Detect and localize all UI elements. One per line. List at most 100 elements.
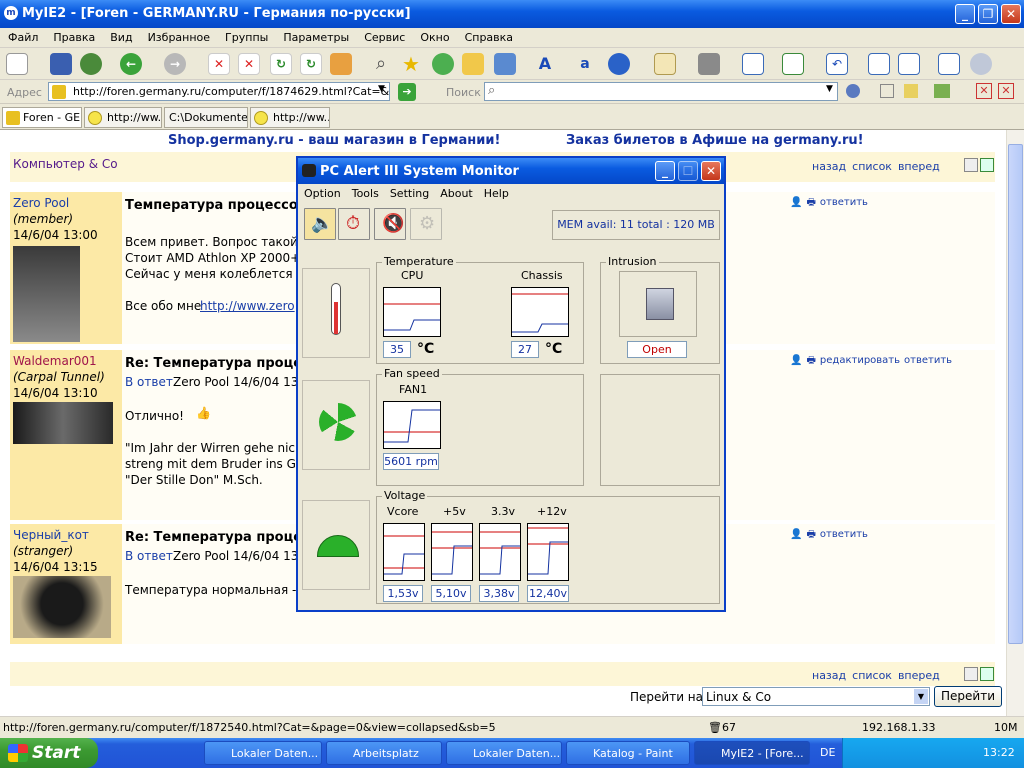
nav-list-link[interactable]: список (852, 669, 892, 682)
timer-icon[interactable] (970, 53, 992, 75)
flat-view-icon[interactable] (964, 667, 978, 681)
folder-icon[interactable] (462, 53, 484, 75)
post-title[interactable]: Температура процессора (125, 198, 316, 213)
post-about-link[interactable]: http://www.zero (200, 298, 295, 314)
maximize-page-icon[interactable] (868, 53, 890, 75)
highlight-icon[interactable] (904, 84, 918, 98)
print-icon[interactable]: 🖶 (806, 529, 815, 540)
reply-link[interactable]: ответить (820, 529, 868, 540)
reply-to[interactable]: Zero Pool 14/6/04 13 (173, 374, 298, 390)
goto-button[interactable]: Перейти (934, 686, 1002, 707)
forward-arrow-icon[interactable]: → (164, 53, 186, 75)
mute-button[interactable]: 🔇 (374, 208, 406, 240)
pc-alert-menu-help[interactable]: Help (478, 184, 514, 200)
category-link[interactable]: Компьютер & Co (13, 157, 118, 171)
restore-button[interactable]: ❐ (978, 4, 998, 24)
banner-shop[interactable]: Shop.germany.ru - ваш магазин в Германии… (168, 133, 500, 148)
new-window-icon[interactable] (742, 53, 764, 75)
refresh-all-icon[interactable]: ↻ (300, 53, 322, 75)
menu-options[interactable]: Параметры (275, 28, 356, 44)
pc-alert-menu-about[interactable]: About (434, 184, 478, 200)
menu-view[interactable]: Вид (102, 28, 139, 44)
pc-alert-menu-tools[interactable]: Tools (346, 184, 384, 200)
refresh-icon[interactable]: ↻ (270, 53, 292, 75)
nav-forward-link[interactable]: вперед (898, 669, 940, 682)
close-button[interactable]: ✕ (1001, 4, 1021, 24)
task-lokaler-daten-2[interactable]: Lokaler Daten... (446, 741, 562, 765)
find-in-page-icon[interactable] (880, 84, 894, 98)
pc-alert-close-button[interactable]: ✕ (701, 161, 721, 181)
scrollbar-thumb[interactable] (1008, 144, 1023, 644)
web-globe-icon[interactable] (608, 53, 630, 75)
address-input[interactable]: http://foren.germany.ru/computer/f/18746… (48, 82, 390, 101)
proxy-icon[interactable] (698, 53, 720, 75)
globe-user-icon[interactable] (80, 53, 102, 75)
new-page-icon[interactable] (6, 53, 28, 75)
search-dropdown-icon[interactable]: ▼ (826, 84, 833, 94)
banner-afisha[interactable]: Заказ билетов в Афише на germany.ru! (566, 133, 864, 148)
menu-window[interactable]: Окно (412, 28, 456, 44)
timer-button[interactable]: ⏱ (338, 208, 370, 240)
page-icon[interactable] (494, 53, 516, 75)
stop-all-icon[interactable]: ✕ (238, 53, 260, 75)
goto-select[interactable]: Linux & Co (702, 687, 930, 706)
minimize-button[interactable]: _ (955, 4, 975, 24)
grid-icon[interactable] (898, 53, 920, 75)
user-info-icon[interactable]: 👤 (790, 355, 802, 366)
flat-view-icon[interactable] (964, 158, 978, 172)
reply-link[interactable]: ответить (904, 355, 952, 366)
task-lokaler-daten-1[interactable]: Lokaler Daten... (204, 741, 322, 765)
edit-link[interactable]: редактировать (820, 355, 900, 366)
close-all-tabs-icon[interactable]: ✕ (998, 83, 1014, 99)
home-icon[interactable] (330, 53, 352, 75)
font-size-icon[interactable]: A (534, 53, 556, 75)
undo-icon[interactable]: ↶ (826, 53, 848, 75)
nav-back-link[interactable]: назад (812, 669, 846, 682)
menu-help[interactable]: Справка (457, 28, 520, 44)
clock[interactable]: 13:22 (983, 746, 1015, 759)
reply-link[interactable]: ответить (820, 197, 868, 208)
search-input[interactable] (484, 82, 838, 101)
task-arbeitsplatz[interactable]: Arbeitsplatz (326, 741, 442, 765)
toolbar-options-icon[interactable] (934, 84, 950, 98)
mail-icon[interactable] (654, 53, 676, 75)
search-icon[interactable]: ⌕ (370, 53, 392, 75)
back-arrow-icon[interactable]: ← (120, 53, 142, 75)
stop-icon[interactable]: ✕ (208, 53, 230, 75)
download-icon[interactable] (782, 53, 804, 75)
menu-tools[interactable]: Сервис (356, 28, 412, 44)
address-dropdown-icon[interactable]: ▼ (378, 84, 385, 94)
menu-edit[interactable]: Правка (45, 28, 102, 44)
task-paint[interactable]: Katalog - Paint (566, 741, 690, 765)
sound-alarm-button[interactable]: 🔈 (304, 208, 336, 240)
close-tab-icon[interactable]: ✕ (976, 83, 992, 99)
go-arrow-icon[interactable]: ➔ (398, 83, 416, 101)
encoding-icon[interactable]: a (574, 53, 596, 75)
post-author[interactable]: Zero Pool (13, 196, 69, 210)
post-author[interactable]: Waldemar001 (13, 354, 97, 368)
user-info-icon[interactable]: 👤 (790, 197, 802, 208)
post-title[interactable]: Re: Температура процесс (125, 356, 317, 371)
nav-back-link[interactable]: назад (812, 160, 846, 173)
save-icon[interactable] (50, 53, 72, 75)
post-title[interactable]: Re: Температура процесс (125, 530, 317, 545)
menu-groups[interactable]: Группы (217, 28, 275, 44)
nav-forward-link[interactable]: вперед (898, 160, 940, 173)
menu-favorites[interactable]: Избранное (140, 28, 217, 44)
print-icon[interactable]: 🖶 (806, 197, 815, 208)
pc-alert-titlebar[interactable]: PC Alert III System Monitor _ ☐ ✕ (298, 158, 724, 184)
post-author[interactable]: Черный_кот (13, 528, 89, 542)
reply-to[interactable]: Zero Pool 14/6/04 13 (173, 548, 298, 564)
edit-icon[interactable] (938, 53, 960, 75)
goto-dropdown-icon[interactable]: ▼ (914, 689, 928, 704)
page-scrollbar[interactable] (1006, 130, 1024, 716)
language-indicator[interactable]: DE (820, 746, 835, 759)
window-titlebar[interactable]: m MyIE2 - [Foren - GERMANY.RU - Германия… (0, 0, 1024, 28)
menu-file[interactable]: Файл (0, 28, 45, 44)
web-search-icon[interactable] (846, 84, 860, 98)
tab-dokumente[interactable]: C:\Dokumente... (164, 107, 248, 128)
user-info-icon[interactable]: 👤 (790, 529, 802, 540)
pc-alert-menu-option[interactable]: Option (298, 184, 346, 200)
tree-view-icon[interactable] (980, 158, 994, 172)
pc-alert-minimize-button[interactable]: _ (655, 161, 675, 181)
